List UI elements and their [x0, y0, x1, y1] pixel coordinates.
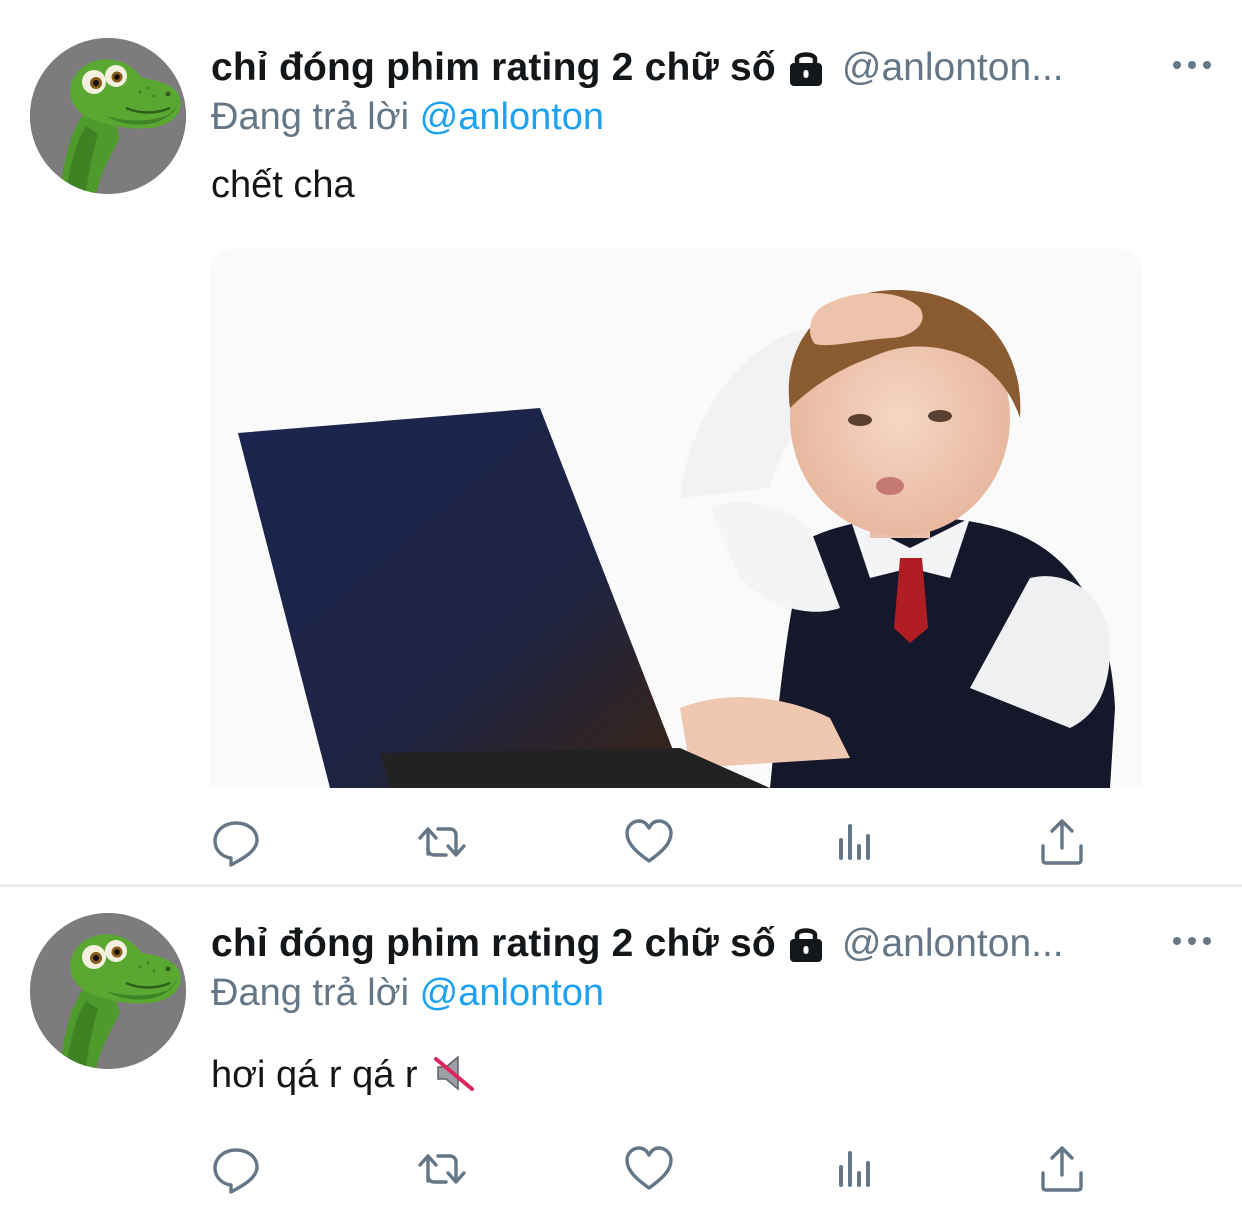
avatar[interactable] [30, 913, 186, 1069]
tweet-media-image[interactable] [210, 248, 1142, 788]
tweet-header: chỉ đóng phim rating 2 chữ số @anlonton.… [211, 914, 1222, 974]
tweet-divider [0, 884, 1242, 887]
stats-icon[interactable] [828, 1141, 884, 1197]
tweet-actions [0, 1133, 1242, 1203]
replying-to-link[interactable]: @anlonton [420, 96, 604, 138]
tweet-text: chết cha [211, 164, 355, 206]
tweet-1[interactable]: chỉ đóng phim rating 2 chữ số @anlonton.… [0, 0, 1242, 886]
tweet-actions [0, 806, 1242, 876]
tweet-text: hơi qá r qá r [211, 1054, 418, 1096]
lock-icon [786, 924, 826, 964]
handle[interactable]: @anlonton... [842, 46, 1082, 90]
replying-prefix: Đang trả lời [211, 972, 410, 1014]
lock-icon [786, 48, 826, 88]
tweet-header: chỉ đóng phim rating 2 chữ số @anlonton.… [211, 38, 1222, 98]
more-icon[interactable] [1170, 45, 1214, 85]
like-icon[interactable] [621, 814, 677, 870]
dinosaur-avatar-icon [30, 913, 186, 1069]
replying-prefix: Đang trả lời [211, 96, 410, 138]
replying-to-link[interactable]: @anlonton [420, 972, 604, 1014]
handle[interactable]: @anlonton... [842, 922, 1082, 966]
avatar[interactable] [30, 38, 186, 194]
muted-speaker-icon [432, 1053, 476, 1103]
dinosaur-avatar-icon [30, 38, 186, 194]
display-name[interactable]: chỉ đóng phim rating 2 chữ số [211, 922, 776, 966]
display-name[interactable]: chỉ đóng phim rating 2 chữ số [211, 46, 776, 90]
stats-icon[interactable] [828, 814, 884, 870]
more-icon[interactable] [1170, 921, 1214, 961]
retweet-icon[interactable] [414, 1141, 470, 1197]
reply-icon[interactable] [208, 1141, 264, 1197]
tweet-2[interactable]: chỉ đóng phim rating 2 chữ số @anlonton.… [0, 888, 1242, 1215]
share-icon[interactable] [1034, 814, 1090, 870]
tweet-text-container: hơi qá r qá r [211, 1053, 476, 1103]
retweet-icon[interactable] [414, 814, 470, 870]
share-icon[interactable] [1034, 1141, 1090, 1197]
like-icon[interactable] [621, 1141, 677, 1197]
replying-to: Đang trả lời @anlonton [211, 96, 604, 139]
photo-boy-with-laptop [210, 248, 1142, 788]
replying-to: Đang trả lời @anlonton [211, 972, 604, 1015]
reply-icon[interactable] [208, 814, 264, 870]
